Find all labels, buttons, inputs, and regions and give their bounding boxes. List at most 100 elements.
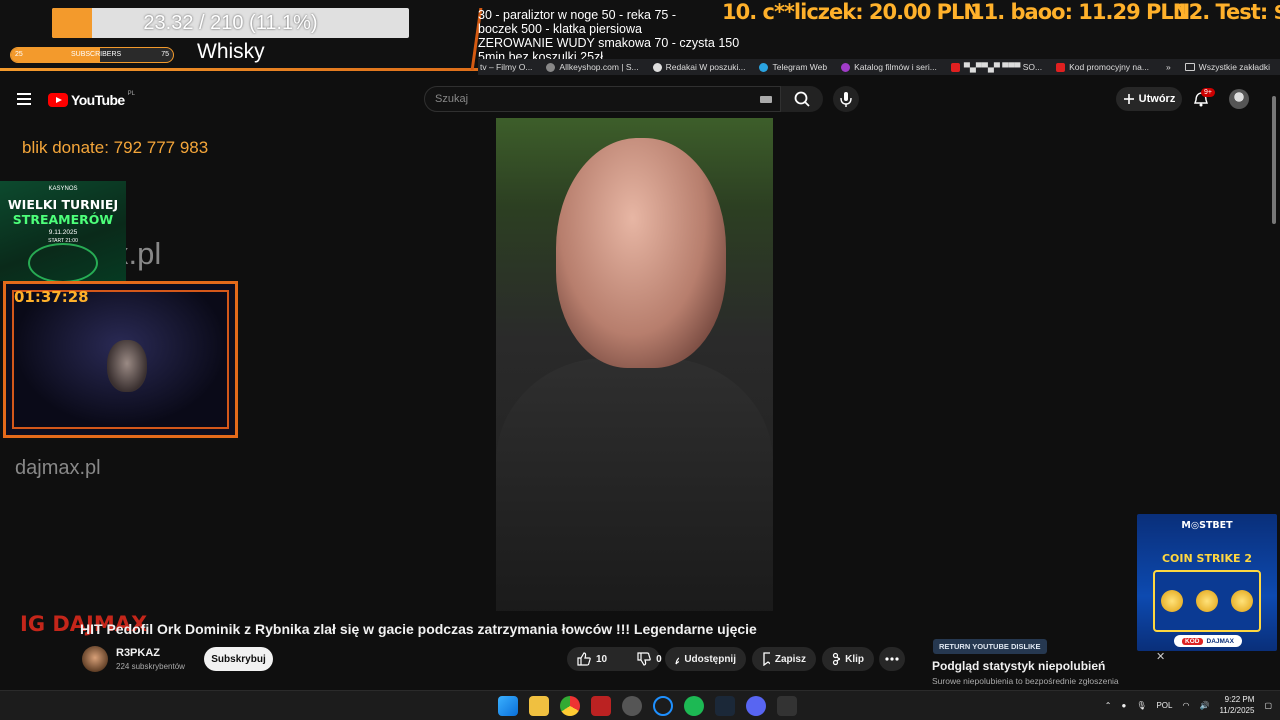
chevron-up-icon[interactable]: ⌃ [1105,701,1112,710]
promo-line-1: WIELKI TURNIEJ [7,197,119,212]
bookmark-item[interactable]: Kod promocyjny na... [1056,62,1149,72]
promo-code-brand: DAJMAX [1206,637,1234,645]
youtube-icon [950,62,960,72]
bookmark-label: tv – Filmy O... [480,62,533,72]
windows-start-icon[interactable] [498,696,518,716]
share-label: Udostępnij [684,653,736,665]
keyboard-icon[interactable] [760,96,772,103]
close-icon[interactable]: ✕ [1156,650,1165,663]
share-button[interactable]: Udostępnij [665,647,746,671]
youtube-header: YouTube PL Utwórz 9+ [0,80,1280,118]
notification-icon[interactable]: ▢ [1264,701,1272,710]
subscriber-goal-min: 25 [15,51,23,58]
channel-subscriber-count: 224 subskrybentów [116,662,185,671]
save-label: Zapisz [774,653,806,665]
search-input[interactable] [425,87,780,111]
scrollbar-thumb[interactable] [1272,96,1276,224]
youtube-logo[interactable]: YouTube PL [48,91,135,108]
donation-menu-line: 30 - paraliztor w noge 50 - reka 75 - [478,8,677,22]
bookmark-item[interactable]: Telegram Web [759,62,827,72]
discord-icon[interactable] [746,696,766,716]
folder-icon [1184,63,1195,71]
chrome-icon[interactable] [560,696,580,716]
return-youtube-dislike-panel: RETURN YOUTUBE DISLIKE Podgląd statystyk… [925,633,1140,688]
clock[interactable]: 9:22 PM 11/2/2025 [1219,694,1254,716]
clock-time: 9:22 PM [1224,695,1255,704]
bookmark-item[interactable]: Katalog filmów i seri... [841,62,937,72]
microphone-icon [840,92,852,107]
app-c-icon[interactable] [653,696,673,716]
blik-donate-text: blik donate: 792 777 983 [22,138,209,157]
slot-game-title: COIN STRIKE 2 [1161,552,1253,565]
like-count: 10 [596,653,608,665]
meister-app-icon[interactable] [591,696,611,716]
bookmark-item[interactable]: ▀▄▀▀▄▀ ▀▀▀ SO... [950,62,1043,72]
like-dislike-group: 10 0 [567,647,662,671]
obs-icon[interactable] [622,696,642,716]
save-button[interactable]: Zapisz [752,647,816,671]
promo-decoration [28,243,98,281]
video-subject-face [556,138,726,368]
ryd-title: Podgląd statystyk niepolubień [932,659,1106,673]
like-button[interactable]: 10 [567,647,617,671]
coin-icon [1195,590,1218,612]
promo-line-2: STREAMERÓW [12,212,114,227]
goal-name: Whisky [197,40,265,63]
menu-icon[interactable] [17,93,31,105]
share-icon [675,657,680,665]
search-box [424,86,781,112]
promo-brand: KASYNOS [48,186,78,192]
clip-label: Klip [845,653,864,665]
site-icon [546,62,556,72]
bookmark-item[interactable]: Allkeyshop.com | S... [546,62,639,72]
steam-tray-icon[interactable]: ● [1121,701,1126,710]
windows-taskbar: ⌃ ● 🎙 POL ◠ 🔊 9:22 PM 11/2/2025 ▢ [0,690,1280,720]
account-avatar[interactable] [1229,89,1249,109]
channel-avatar[interactable] [82,646,108,672]
spotify-icon[interactable] [684,696,704,716]
globe-icon [652,62,662,72]
all-bookmarks-button[interactable]: Wszystkie zakładki [1184,62,1270,72]
more-actions-button[interactable] [879,647,905,671]
youtube-wordmark: YouTube [71,92,125,108]
video-title: HIT Pedofil Ork Dominik z Rybnika zlał s… [80,621,757,637]
subscribe-button[interactable]: Subskrybuj [204,647,273,671]
promo-code-tag: KOD DAJMAX [1174,635,1242,647]
voice-search-button[interactable] [833,86,859,112]
slot-reels [1153,570,1261,632]
wifi-icon[interactable]: ◠ [1182,701,1189,710]
system-tray: ⌃ ● 🎙 POL ◠ 🔊 9:22 PM 11/2/2025 ▢ [1105,694,1272,716]
notification-count-badge: 9+ [1201,88,1215,97]
dislike-count: 0 [656,653,662,665]
bookmark-item[interactable]: Redakai W poszuki... [652,62,745,72]
taskbar-apps [498,696,797,716]
region-code: PL [127,91,135,97]
donation-goal-text: 23.32 / 210 (11.1%) [143,11,318,34]
bookmark-item[interactable]: tv – Filmy O... [480,62,532,72]
search-button[interactable] [781,86,823,112]
language-indicator[interactable]: POL [1156,701,1172,710]
site-icon [841,62,851,72]
file-explorer-icon[interactable] [529,696,549,716]
channel-name[interactable]: R3PKAZ [116,647,160,659]
bookmark-label: Katalog filmów i seri... [854,62,937,72]
mostbet-logo: M◎STBET [1181,520,1233,531]
video-player[interactable] [496,118,773,611]
volume-icon[interactable]: 🔊 [1199,701,1209,710]
bookmark-label: ▀▄▀▀▄▀ ▀▀▀ SO... [963,62,1043,72]
site-watermark-small: dajmax.pl [15,457,101,479]
ryd-subtitle: Surowe niepolubienia to bezpośrednie zgł… [932,676,1119,686]
subscriber-goal-max: 75 [161,51,169,58]
telegram-icon [759,62,769,72]
create-button[interactable]: Utwórz [1116,87,1182,111]
steam-icon[interactable] [715,696,735,716]
clip-button[interactable]: Klip [822,647,874,671]
bookmarks-more-button[interactable]: » [1166,62,1171,72]
page-scrollbar[interactable] [1271,86,1277,686]
create-label: Utwórz [1138,93,1176,105]
clock-date: 11/2/2025 [1219,706,1255,715]
youtube-play-icon [48,93,68,107]
plus-icon [1123,94,1134,104]
app-icon[interactable] [777,696,797,716]
microphone-tray-icon[interactable]: 🎙 [1136,701,1146,710]
